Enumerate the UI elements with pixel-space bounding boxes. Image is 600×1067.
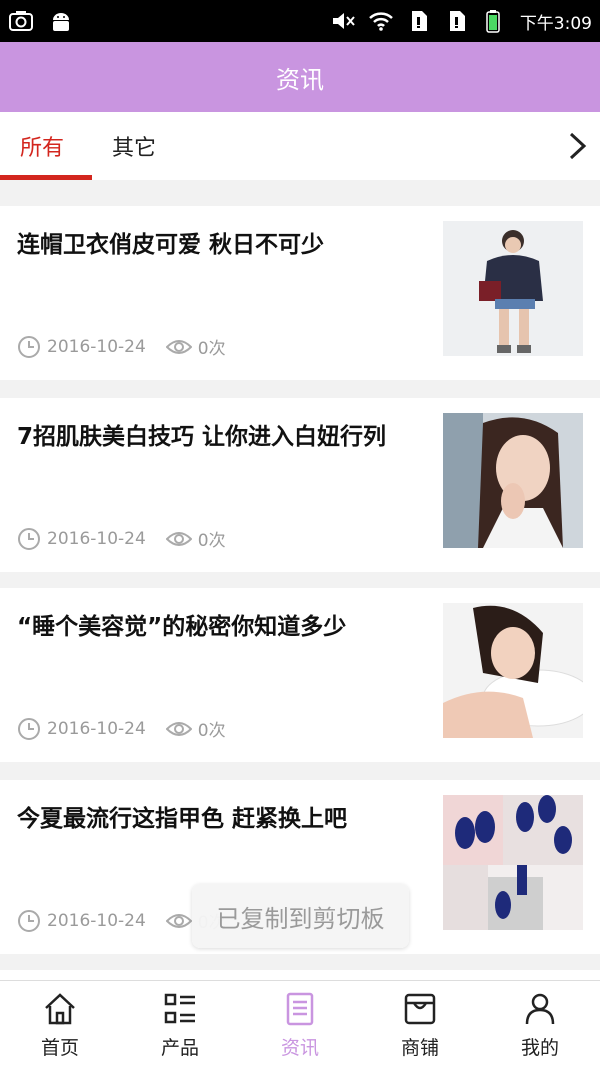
sim-card-icon: [449, 11, 465, 31]
wifi-icon: [368, 12, 393, 31]
article-date: 2016-10-24: [47, 336, 146, 357]
clock-icon: [18, 717, 40, 740]
title-bar: 资讯: [0, 42, 600, 112]
document-icon: [286, 992, 314, 1026]
article-date: 2016-10-24: [47, 528, 146, 549]
article-meta: 2016-10-24 0次: [17, 334, 226, 359]
article-title: “睡个美容觉”的秘密你知道多少: [17, 614, 347, 640]
article-views: 0次: [197, 721, 226, 741]
eye-icon: [165, 913, 192, 928]
article-card[interactable]: 7招肌肤美白技巧 让你进入白妞行列 2016-10-24 0次: [0, 398, 600, 572]
category-tabs: 所有 其它: [0, 112, 600, 180]
nav-label: 资讯: [280, 1037, 319, 1059]
article-date: 2016-10-24: [47, 910, 146, 931]
article-title: 今夏最流行这指甲色 赶紧换上吧: [17, 806, 348, 832]
status-bar: 下午3:09: [0, 0, 600, 42]
tab-all[interactable]: 所有: [20, 130, 64, 162]
battery-icon: [486, 10, 500, 33]
article-thumbnail[interactable]: [443, 221, 583, 356]
nav-item-news[interactable]: 资讯: [240, 981, 360, 1067]
article-thumbnail[interactable]: [443, 413, 583, 548]
article-views: 0次: [197, 339, 226, 359]
nav-item-mine[interactable]: 我的: [480, 981, 600, 1067]
android-icon: [53, 13, 69, 31]
article-date: 2016-10-24: [47, 718, 146, 739]
page-title: 资讯: [276, 65, 324, 94]
nav-item-home[interactable]: 首页: [0, 981, 120, 1067]
article-title: 连帽卫衣俏皮可爱 秋日不可少: [17, 232, 325, 258]
clock-icon: [18, 909, 40, 932]
tab-active-indicator: [0, 175, 92, 180]
article-views: 0次: [197, 531, 226, 551]
bottom-nav: 首页 产品 资讯 商铺 我的: [0, 980, 600, 1067]
tab-other[interactable]: 其它: [112, 130, 156, 162]
store-icon: [404, 993, 436, 1025]
nav-item-store[interactable]: 商铺: [360, 981, 480, 1067]
nav-label: 商铺: [400, 1037, 439, 1059]
screenshot-icon: [9, 11, 33, 31]
article-meta: 2016-10-24 0次: [17, 526, 226, 551]
grid-list-icon: [164, 993, 195, 1024]
nav-label: 首页: [40, 1037, 79, 1059]
article-title: 7招肌肤美白技巧 让你进入白妞行列: [17, 424, 387, 450]
article-meta: 2016-10-24 0次: [17, 716, 226, 741]
home-icon: [45, 993, 75, 1025]
eye-icon: [165, 339, 192, 354]
mute-icon: [332, 13, 355, 29]
clock-icon: [18, 335, 40, 358]
clock-icon: [18, 527, 40, 550]
nav-label: 我的: [520, 1037, 559, 1059]
nav-label: 产品: [160, 1037, 199, 1059]
status-time: 下午3:09: [519, 13, 592, 34]
user-icon: [525, 993, 555, 1025]
article-card[interactable]: 连帽卫衣俏皮可爱 秋日不可少 2016-10-24 0次: [0, 206, 600, 380]
eye-icon: [165, 721, 192, 736]
article-card[interactable]: “睡个美容觉”的秘密你知道多少 2016-10-24 0次: [0, 588, 600, 762]
chevron-right-icon[interactable]: [562, 126, 592, 166]
article-thumbnail[interactable]: [443, 603, 583, 738]
nav-item-products[interactable]: 产品: [120, 981, 240, 1067]
article-thumbnail[interactable]: [443, 795, 583, 930]
eye-icon: [165, 531, 192, 546]
sim-card-icon: [411, 11, 427, 31]
toast-message: 已复制到剪切板: [192, 884, 409, 948]
